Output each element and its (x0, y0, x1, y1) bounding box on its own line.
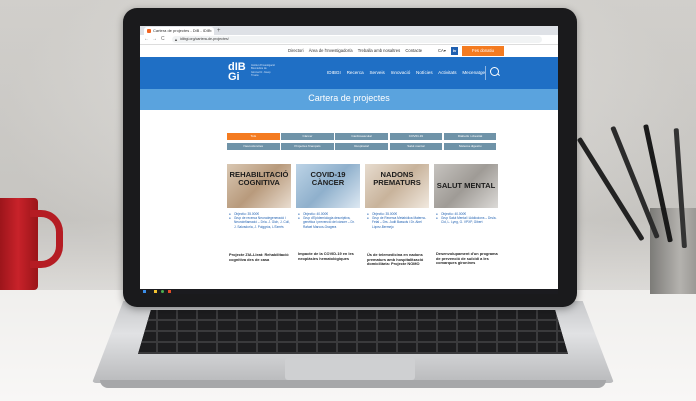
browser-tab[interactable]: Cartera de projectes - DiB - IDIB × (144, 27, 214, 35)
nav-item-serveis[interactable]: Serveis (369, 70, 384, 75)
nav-item-recerca[interactable]: Recerca (347, 70, 364, 75)
card-meta: Objectiu: 35.000€Grup de recerca Neurode… (229, 212, 291, 229)
tab-title: Cartera de projectes - DiB - IDIB (153, 28, 211, 33)
top-link-treballa[interactable]: Treballa amb nosaltres (358, 48, 400, 53)
card-title: SALUT MENTAL (436, 181, 496, 190)
os-taskbar (140, 289, 558, 294)
filter-salut-mental[interactable]: Salut mental (389, 143, 443, 150)
nav-item-innovacio[interactable]: Innovació (391, 70, 411, 75)
card-description: Impacte de la COVID-19 en les neoplàsies… (298, 251, 354, 261)
laptop-screen: Cartera de projectes - DiB - IDIB × + ← … (140, 26, 558, 294)
filter-c-ncer[interactable]: Càncer (281, 133, 334, 140)
nav-item-mecenatge[interactable]: Mecenatge (462, 70, 485, 75)
back-icon[interactable]: ← (144, 36, 149, 43)
filter-diabetis-i-obesitat[interactable]: Diabetis i obesitat (443, 133, 497, 140)
site-topbar: Directori Àrea de l'Investigador/a Treba… (140, 45, 558, 57)
search-icon[interactable] (490, 67, 499, 76)
filter-covid-19[interactable]: COVID-19 (389, 133, 443, 140)
reload-icon[interactable]: C (161, 36, 165, 43)
red-mug-handle (30, 210, 63, 268)
laptop-base-lip (100, 380, 606, 388)
url-input[interactable]: idibgi.org/cartera-de-projectes/ (172, 36, 542, 43)
card-description: Ús de telemedicina en nadons prematurs a… (367, 252, 424, 267)
filter-sistema-digestiu[interactable]: Sistema digestiu (443, 143, 497, 150)
chrome-icon[interactable] (161, 290, 164, 293)
card-meta: Objectiu: 40.000€Grup d'Epidemiologia de… (298, 212, 360, 229)
site-logo[interactable]: dIB Gi (228, 62, 250, 83)
hero-banner: Cartera de projectes (140, 89, 558, 110)
donate-button[interactable]: Fes donatiu (462, 46, 504, 56)
file-explorer-icon[interactable] (154, 290, 157, 293)
nav-links: IDIBGI Recerca Serveis Innovació Notície… (327, 70, 490, 75)
nav-item-idibgi[interactable]: IDIBGI (327, 70, 341, 75)
nav-item-noticies[interactable]: Notícies (416, 70, 433, 75)
laptop-keyboard (138, 310, 568, 354)
browser-tabbar: Cartera de projectes - DiB - IDIB × + (140, 26, 558, 35)
logo-subtitle: Institut d'Investigació Biomèdica de Gir… (251, 64, 275, 77)
photo-scene: Cartera de projectes - DiB - IDIB × + ← … (0, 0, 696, 401)
filter-cardiovascular[interactable]: Cardiovascular (335, 133, 388, 140)
filter-neuroci-ncies[interactable]: Neurociències (227, 143, 280, 150)
app-icon[interactable] (168, 290, 171, 293)
address-bar: ← → C idibgi.org/cartera-de-projectes/ ▲ (140, 35, 558, 45)
card-title: COVID-19 CÀNCER (310, 170, 346, 187)
windows-start-icon[interactable] (143, 290, 146, 293)
partner-logo: Iv (451, 47, 458, 55)
card-group: Grup Salut Mental i Addiccions – Drs/a. … (436, 216, 498, 224)
card-group: Grup de Recerca Metabòlica Materno-Fetal… (367, 216, 429, 229)
lock-icon: ▲ (174, 37, 178, 42)
card-title: REHABILITACIÓ COGNITIVA (229, 170, 289, 187)
pencil-cup (650, 208, 696, 294)
filter-tots[interactable]: Tots (227, 133, 280, 140)
language-select[interactable]: CA▾ (438, 48, 446, 53)
main-nav: dIB Gi Institut d'Investigació Biomèdica… (140, 57, 558, 89)
close-icon[interactable]: × (210, 27, 212, 35)
top-links: Directori Àrea de l'Investigador/a Treba… (288, 48, 426, 53)
filter-respiratori[interactable]: Respiratori (335, 143, 388, 150)
nav-item-activitats[interactable]: Activitats (438, 70, 456, 75)
card-group: Grup de recerca Neurodegeneració i Neuro… (229, 216, 291, 229)
forward-icon[interactable]: → (152, 36, 157, 43)
nav-divider (485, 66, 486, 80)
laptop-trackpad (285, 358, 415, 380)
top-link-directori[interactable]: Directori (288, 48, 304, 53)
top-link-contacte[interactable]: Contacte (405, 48, 422, 53)
new-tab-button[interactable]: + (217, 27, 221, 35)
page-title: Cartera de projectes (308, 93, 390, 103)
card-title: NADONS PREMATURS (373, 170, 421, 187)
top-link-area-investigador[interactable]: Àrea de l'Investigador/a (309, 48, 353, 53)
card-meta: Objectiu: 40.000€Grup Salut Mental i Add… (436, 212, 498, 225)
favicon-icon (147, 29, 151, 33)
card-description: Projecte ZIA-Lleat: Rehabilitació cognit… (229, 252, 289, 262)
filter-projectes-finan-ats[interactable]: Projectes finançats (281, 143, 334, 150)
card-meta: Objectiu: 35.000€Grup de Recerca Metabòl… (367, 212, 429, 229)
card-group: Grup d'Epidemiologia descriptiva, genèti… (298, 216, 360, 229)
card-description: Desenvolupament d'un programa de prevenc… (436, 251, 498, 266)
